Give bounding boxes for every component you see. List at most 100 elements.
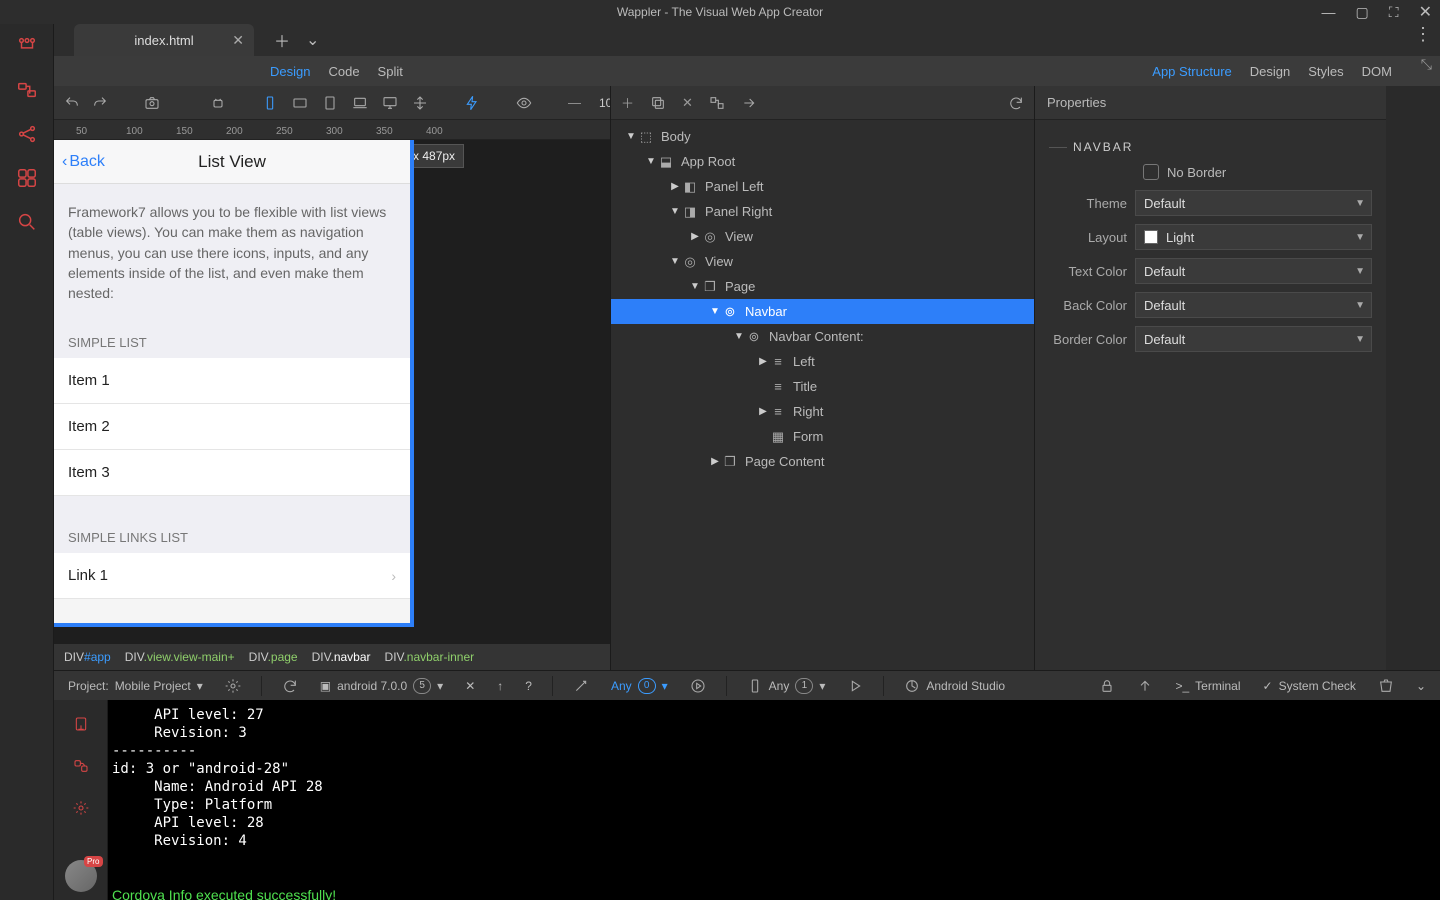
data-bindings-icon[interactable]	[13, 76, 41, 104]
list-item[interactable]: Item 2	[54, 404, 410, 450]
device-any[interactable]: Any 1 ▾	[743, 678, 830, 694]
screenshot-icon[interactable]	[144, 95, 160, 111]
assets-icon[interactable]	[13, 164, 41, 192]
share-icon[interactable]	[13, 120, 41, 148]
project-selector[interactable]: Project: Mobile Project ▾	[64, 679, 207, 693]
preview-eye-icon[interactable]	[516, 95, 532, 111]
zoom-out-icon[interactable]: —	[568, 95, 581, 110]
help-icon[interactable]: ?	[521, 679, 536, 693]
restore-button[interactable]: ▢	[1352, 4, 1373, 21]
delete-node-icon[interactable]: ✕	[682, 95, 693, 111]
tree-node-view[interactable]: ▶◎View	[611, 224, 1034, 249]
prop-field[interactable]: Default▼	[1135, 326, 1372, 352]
duplicate-node-icon[interactable]	[650, 95, 666, 111]
structure-tree[interactable]: ▼⬚Body▼⬓App Root▶◧Panel Left▼◨Panel Righ…	[611, 120, 1034, 670]
prop-field[interactable]: Default▼	[1135, 292, 1372, 318]
connect-icon[interactable]	[67, 752, 95, 780]
design-canvas[interactable]: 360px x 487px ‹ Back List View Framework…	[54, 140, 610, 644]
breadcrumb-item[interactable]: DIV.navbar-inner	[385, 650, 475, 664]
settings-icon[interactable]	[221, 678, 245, 694]
breadcrumb-item[interactable]: DIV.page	[249, 650, 298, 664]
android-icon[interactable]	[210, 95, 226, 111]
tree-node-panel-right[interactable]: ▼◨Panel Right	[611, 199, 1034, 224]
tab-index-html[interactable]: index.html ✕	[74, 24, 254, 56]
prop-field[interactable]: Default▼	[1135, 258, 1372, 284]
tree-node-right[interactable]: ▶≡Right	[611, 399, 1034, 424]
convert-node-icon[interactable]	[709, 95, 725, 111]
publish-icon[interactable]	[1133, 678, 1157, 694]
device-move-icon[interactable]	[412, 95, 428, 111]
close-tab-icon[interactable]: ✕	[232, 32, 244, 49]
device-phone-icon[interactable]	[262, 95, 278, 111]
panel-tab-app-structure[interactable]: App Structure	[1152, 64, 1232, 79]
panel-tab-dom[interactable]: DOM	[1362, 64, 1392, 79]
device-desktop-icon[interactable]	[382, 95, 398, 111]
any-emulator[interactable]: Any 0 ▾	[607, 678, 672, 694]
terminal-button[interactable]: >_ Terminal	[1171, 679, 1244, 693]
panel-tab-styles[interactable]: Styles	[1308, 64, 1343, 79]
output-icon[interactable]	[67, 710, 95, 738]
tree-node-page[interactable]: ▼❐Page	[611, 274, 1034, 299]
terminal-area: Pro API level: 27 Revision: 3 ----------…	[54, 700, 1440, 900]
panel-tab-design[interactable]: Design	[1250, 64, 1290, 79]
refresh-tree-icon[interactable]	[1008, 95, 1024, 111]
tree-node-navbar[interactable]: ▼⊚Navbar	[611, 299, 1034, 324]
breadcrumb-item[interactable]: DIV.view.view-main+	[125, 650, 235, 664]
terminal-output[interactable]: API level: 27 Revision: 3 ---------- id:…	[108, 700, 1440, 900]
device-tablet-icon[interactable]	[322, 95, 338, 111]
target-platform[interactable]: ▣ android 7.0.0 5 ▾	[316, 678, 447, 694]
breadcrumb-item[interactable]: DIV#app	[64, 650, 111, 664]
list-item[interactable]: Item 3	[54, 450, 410, 496]
lock-icon[interactable]	[1095, 678, 1119, 694]
lightning-icon[interactable]	[464, 95, 480, 111]
run-emulator-icon[interactable]	[686, 678, 710, 694]
collapse-terminal-icon[interactable]: ⌄	[1412, 679, 1430, 693]
device-laptop-icon[interactable]	[352, 95, 368, 111]
run-device-icon[interactable]	[843, 678, 867, 694]
breadcrumb-item[interactable]: DIV.navbar	[312, 650, 371, 664]
more-menu-icon[interactable]: ⋮	[1414, 24, 1432, 45]
list-item[interactable]: Link 1›	[54, 553, 410, 599]
preview-back-link[interactable]: ‹ Back	[62, 153, 105, 171]
new-tab-icon[interactable]: ＋	[274, 28, 290, 52]
tree-node-page-content[interactable]: ▶❐Page Content	[611, 449, 1034, 474]
add-node-icon[interactable]: ＋	[621, 93, 634, 112]
system-check-button[interactable]: ✓ System Check	[1259, 679, 1360, 693]
prop-field[interactable]: Default▼	[1135, 190, 1372, 216]
minimize-button[interactable]: —	[1318, 4, 1340, 20]
view-tab-design[interactable]: Design	[270, 64, 310, 79]
tree-node-app-root[interactable]: ▼⬓App Root	[611, 149, 1034, 174]
view-tab-split[interactable]: Split	[378, 64, 403, 79]
list-item[interactable]: Item 1	[54, 358, 410, 404]
pages-icon[interactable]	[13, 32, 41, 60]
clear-icon[interactable]	[1374, 678, 1398, 694]
device-tablet-landscape-icon[interactable]	[292, 95, 308, 111]
tree-node-navbar-content-[interactable]: ▼⊚Navbar Content:	[611, 324, 1034, 349]
wand-icon[interactable]	[569, 678, 593, 694]
tree-node-body[interactable]: ▼⬚Body	[611, 124, 1034, 149]
tree-node-title[interactable]: ≡Title	[611, 374, 1034, 399]
prop-field[interactable]: Light▼	[1135, 224, 1372, 250]
maximize-button[interactable]: ⛶	[1385, 4, 1403, 21]
target-close-icon[interactable]: ✕	[461, 679, 479, 693]
redo-icon[interactable]	[92, 95, 108, 111]
tab-menu-icon[interactable]: ⌄	[306, 30, 319, 50]
tree-node-view[interactable]: ▼◎View	[611, 249, 1034, 274]
tree-node-form[interactable]: ▦Form	[611, 424, 1034, 449]
undo-icon[interactable]	[64, 95, 80, 111]
prop-layout: LayoutLight▼	[1049, 224, 1372, 250]
upload-icon[interactable]: ↑	[493, 679, 507, 693]
android-studio-button[interactable]: Android Studio	[900, 678, 1009, 694]
tree-node-panel-left[interactable]: ▶◧Panel Left	[611, 174, 1034, 199]
search-icon[interactable]	[13, 208, 41, 236]
close-button[interactable]: ✕	[1415, 2, 1436, 22]
sync-icon[interactable]	[278, 678, 302, 694]
collapse-panel-icon[interactable]: ⤡	[1421, 56, 1432, 73]
view-tab-code[interactable]: Code	[328, 64, 359, 79]
export-node-icon[interactable]	[741, 95, 757, 111]
no-border-checkbox[interactable]: No Border	[1049, 164, 1372, 180]
terminal-settings-icon[interactable]	[67, 794, 95, 822]
device-preview[interactable]: ‹ Back List View Framework7 allows you t…	[54, 140, 414, 627]
tree-node-left[interactable]: ▶≡Left	[611, 349, 1034, 374]
user-avatar[interactable]: Pro	[65, 860, 97, 892]
